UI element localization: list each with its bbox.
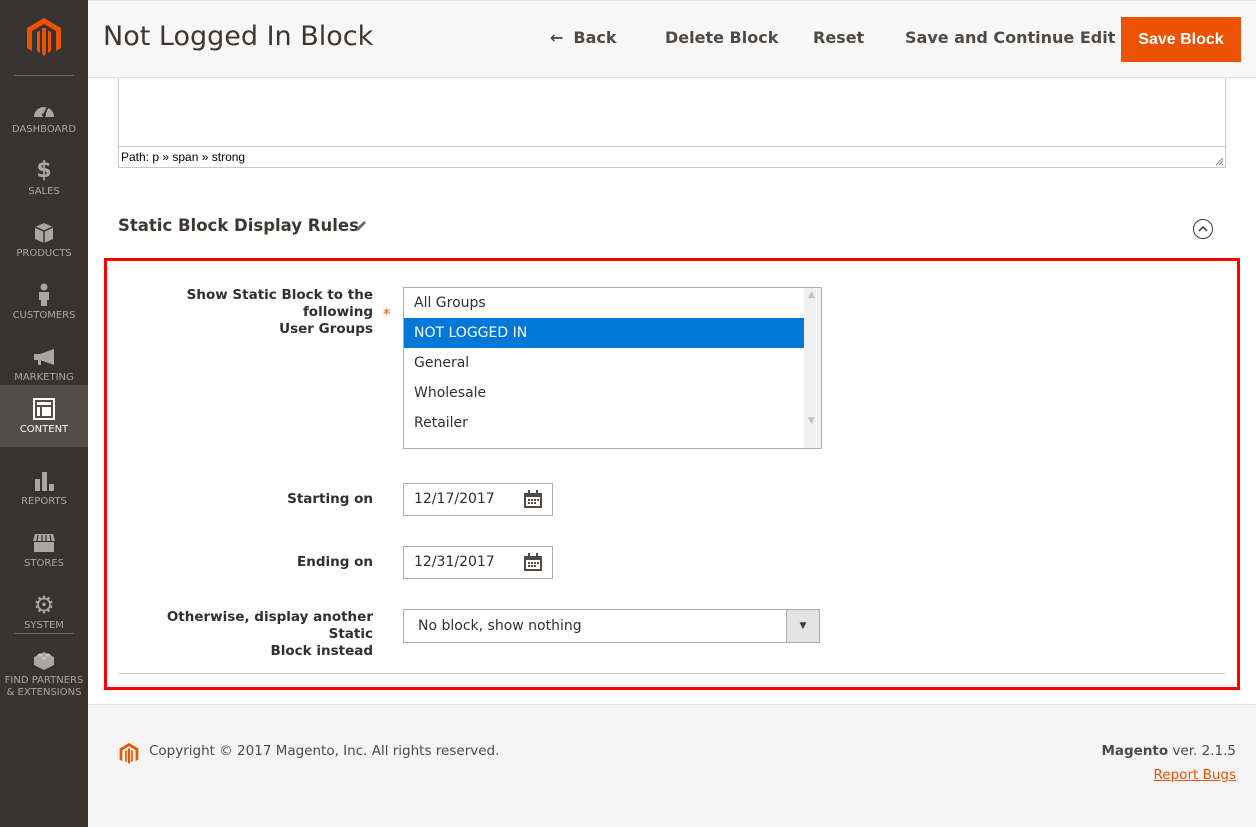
starting-on-label: Starting on xyxy=(287,491,373,507)
save-and-continue-button[interactable]: Save and Continue Edit xyxy=(905,28,1115,47)
back-button[interactable]: ← Back xyxy=(550,28,617,47)
label-line: Show Static Block to the following xyxy=(186,287,373,320)
otherwise-label: Otherwise, display another Static Block … xyxy=(130,609,373,660)
chevron-up-icon xyxy=(1198,226,1208,232)
editor-path-bar: Path: p » span » strong xyxy=(119,146,1225,167)
save-block-button[interactable]: Save Block xyxy=(1121,17,1241,62)
scrollbar[interactable]: ▲ ▼ xyxy=(804,288,821,448)
delete-block-button[interactable]: Delete Block xyxy=(665,28,778,47)
sidebar-item-sales[interactable]: $ SALES xyxy=(0,147,88,209)
sidebar-item-stores[interactable]: STORES xyxy=(0,519,88,581)
version-text: Magento ver. 2.1.5 xyxy=(1101,743,1236,759)
sidebar-item-label: PRODUCTS xyxy=(16,247,72,259)
sidebar-item-label: SALES xyxy=(28,185,60,197)
wysiwyg-editor[interactable]: Path: p » span » strong xyxy=(118,78,1226,168)
sidebar-item-dashboard[interactable]: DASHBOARD xyxy=(0,85,88,147)
layout-icon xyxy=(33,397,55,421)
version-number: ver. 2.1.5 xyxy=(1168,743,1236,759)
dropdown-arrow-icon[interactable]: ▼ xyxy=(786,610,819,642)
sidebar-divider xyxy=(14,633,74,634)
section-title[interactable]: Static Block Display Rules xyxy=(118,216,359,235)
calendar-icon[interactable] xyxy=(523,553,543,572)
user-groups-multiselect[interactable]: All Groups NOT LOGGED IN General Wholesa… xyxy=(403,287,822,449)
fallback-block-value: No block, show nothing xyxy=(418,618,582,634)
copyright-text: Copyright © 2017 Magento, Inc. All right… xyxy=(149,743,500,759)
calendar-icon[interactable] xyxy=(523,490,543,509)
megaphone-icon xyxy=(32,345,56,369)
sidebar-item-label: CONTENT xyxy=(19,423,69,435)
scroll-down-icon[interactable]: ▼ xyxy=(808,416,815,426)
lego-brick-icon xyxy=(32,648,56,672)
user-group-option[interactable]: General xyxy=(404,348,804,378)
sidebar-item-reports[interactable]: REPORTS xyxy=(0,457,88,519)
fallback-block-select[interactable]: No block, show nothing ▼ xyxy=(403,609,820,643)
dollar-icon: $ xyxy=(36,158,52,183)
sidebar-item-label: CUSTOMERS xyxy=(12,309,76,321)
magento-logo-icon xyxy=(119,743,139,764)
pencil-icon xyxy=(356,221,366,231)
arrow-left-icon: ← xyxy=(550,28,564,47)
starting-on-input[interactable]: 12/17/2017 xyxy=(403,483,553,516)
dashboard-icon xyxy=(32,97,56,121)
scroll-up-icon[interactable]: ▲ xyxy=(808,290,815,300)
ending-on-input[interactable]: 12/31/2017 xyxy=(403,546,553,579)
reset-button[interactable]: Reset xyxy=(813,28,864,47)
resize-grip-icon[interactable] xyxy=(1214,156,1224,166)
sidebar-item-label: SYSTEM xyxy=(24,619,64,631)
sidebar-item-find-partners[interactable]: FIND PARTNERS & EXTENSIONS xyxy=(0,640,88,706)
user-group-option[interactable]: Wholesale xyxy=(404,378,804,408)
page-header: Not Logged In Block ← Back Delete Block R… xyxy=(88,0,1256,78)
label-line: User Groups xyxy=(279,321,373,337)
page-footer: Copyright © 2017 Magento, Inc. All right… xyxy=(88,704,1256,827)
collapse-section-button[interactable] xyxy=(1193,219,1213,239)
box-icon xyxy=(34,221,54,245)
sidebar-item-content[interactable]: CONTENT xyxy=(0,385,88,447)
sidebar-item-label: MARKETING xyxy=(14,371,74,383)
ending-on-label: Ending on xyxy=(297,554,373,570)
sidebar-item-label: REPORTS xyxy=(21,495,67,507)
storefront-icon xyxy=(32,531,56,555)
section-divider xyxy=(118,673,1226,674)
back-label: Back xyxy=(573,28,617,47)
starting-on-value: 12/17/2017 xyxy=(414,491,495,507)
label-line: Otherwise, display another Static xyxy=(166,609,373,642)
ending-on-value: 12/31/2017 xyxy=(414,554,495,570)
sidebar-item-products[interactable]: PRODUCTS xyxy=(0,209,88,271)
sidebar-item-label: DASHBOARD xyxy=(11,123,77,135)
magento-logo[interactable] xyxy=(0,0,88,75)
bar-chart-icon xyxy=(34,469,54,493)
user-group-option[interactable]: NOT LOGGED IN xyxy=(404,318,804,348)
sidebar-item-customers[interactable]: CUSTOMERS xyxy=(0,271,88,333)
user-groups-label: Show Static Block to the following User … xyxy=(130,287,373,338)
brand-name: Magento xyxy=(1101,743,1169,759)
user-group-option[interactable]: All Groups xyxy=(404,288,804,318)
sidebar-item-label: FIND PARTNERS & EXTENSIONS xyxy=(4,674,84,698)
page-title: Not Logged In Block xyxy=(103,21,374,52)
report-bugs-link[interactable]: Report Bugs xyxy=(1154,767,1236,783)
magento-logo-icon xyxy=(27,17,61,56)
user-group-option[interactable]: Retailer xyxy=(404,408,804,438)
admin-sidebar: DASHBOARD $ SALES PRODUCTS CUSTOMERS MAR… xyxy=(0,0,88,827)
person-icon xyxy=(37,283,51,307)
required-marker: * xyxy=(383,305,391,323)
sidebar-divider xyxy=(14,75,74,76)
label-line: Block instead xyxy=(270,643,373,659)
gear-icon: ⚙ xyxy=(33,590,55,619)
sidebar-item-label: STORES xyxy=(24,557,64,569)
